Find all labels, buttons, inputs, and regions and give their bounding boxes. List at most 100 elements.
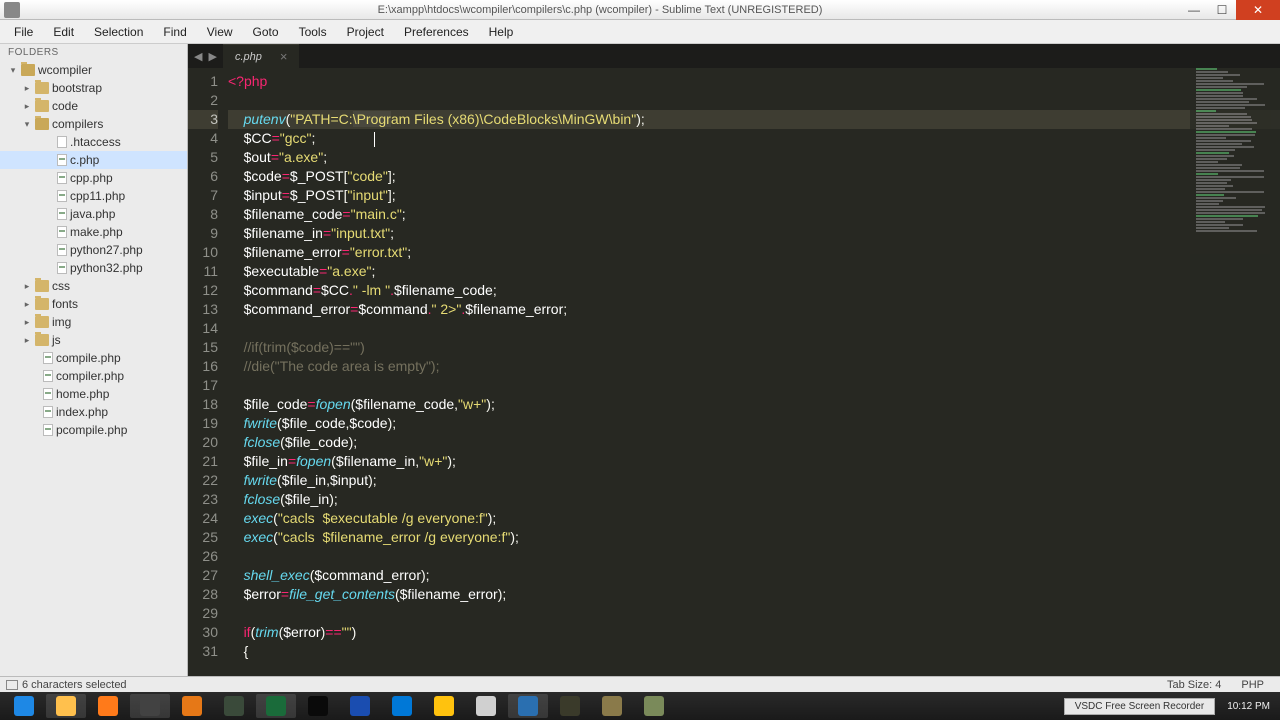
app6-icon xyxy=(224,696,244,716)
app12-icon xyxy=(476,696,496,716)
tree-item-compilephp[interactable]: compile.php xyxy=(0,349,187,367)
code-line[interactable]: <?php xyxy=(228,72,1280,91)
file-icon xyxy=(43,388,53,400)
code-line[interactable]: $command=$CC." -lm ".$filename_code; xyxy=(228,281,1280,300)
menu-find[interactable]: Find xyxy=(153,23,196,41)
minimap[interactable] xyxy=(1190,68,1280,676)
taskbar-photoshop[interactable] xyxy=(340,694,380,718)
vsdc-recorder[interactable]: VSDC Free Screen Recorder xyxy=(1064,698,1216,715)
taskbar-app14[interactable] xyxy=(550,694,590,718)
menu-project[interactable]: Project xyxy=(337,23,394,41)
code-line[interactable]: $code=$_POST["code"]; xyxy=(228,167,1280,186)
code-line[interactable]: $error=file_get_contents($filename_error… xyxy=(228,585,1280,604)
taskbar-app12[interactable] xyxy=(466,694,506,718)
code-line[interactable]: fwrite($file_code,$code); xyxy=(228,414,1280,433)
tree-item-cphp[interactable]: c.php xyxy=(0,151,187,169)
menu-file[interactable]: File xyxy=(4,23,43,41)
tree-item-bootstrap[interactable]: ▸bootstrap xyxy=(0,79,187,97)
code-line[interactable]: $file_in=fopen($filename_in,"w+"); xyxy=(228,452,1280,471)
tree-item-compilerphp[interactable]: compiler.php xyxy=(0,367,187,385)
code-line[interactable] xyxy=(228,376,1280,395)
taskbar-app13[interactable] xyxy=(508,694,548,718)
minimize-button[interactable]: — xyxy=(1180,0,1208,20)
code-content[interactable]: <?php putenv("PATH=C:\Program Files (x86… xyxy=(228,68,1280,676)
menu-tools[interactable]: Tools xyxy=(289,23,337,41)
code-line[interactable]: $executable="a.exe"; xyxy=(228,262,1280,281)
code-line[interactable]: $file_code=fopen($filename_code,"w+"); xyxy=(228,395,1280,414)
taskbar-firefox[interactable] xyxy=(88,694,128,718)
code-line[interactable]: exec("cacls $filename_error /g everyone:… xyxy=(228,528,1280,547)
taskbar-app16[interactable] xyxy=(634,694,674,718)
tree-item-javaphp[interactable]: java.php xyxy=(0,205,187,223)
status-tabsize[interactable]: Tab Size: 4 xyxy=(1167,679,1221,691)
taskbar-vscode[interactable] xyxy=(382,694,422,718)
tree-item-makephp[interactable]: make.php xyxy=(0,223,187,241)
tab-cphp[interactable]: c.php × xyxy=(223,44,300,68)
code-line[interactable]: $CC="gcc"; xyxy=(228,129,1280,148)
tree-item-css[interactable]: ▸css xyxy=(0,277,187,295)
tree-item-htaccess[interactable]: .htaccess xyxy=(0,133,187,151)
tree-item-cppphp[interactable]: cpp.php xyxy=(0,169,187,187)
menu-edit[interactable]: Edit xyxy=(43,23,84,41)
taskbar-sublime[interactable] xyxy=(130,694,170,718)
line-number: 20 xyxy=(188,433,218,452)
tab-close-icon[interactable]: × xyxy=(280,49,288,64)
code-line[interactable] xyxy=(228,547,1280,566)
tree-item-compilers[interactable]: ▾compilers xyxy=(0,115,187,133)
code-editor[interactable]: 1234567891011121314151617181920212223242… xyxy=(188,68,1280,676)
tree-item-img[interactable]: ▸img xyxy=(0,313,187,331)
code-line[interactable]: shell_exec($command_error); xyxy=(228,566,1280,585)
disclosure-icon: ▾ xyxy=(8,65,18,76)
code-line[interactable]: $out="a.exe"; xyxy=(228,148,1280,167)
code-line[interactable] xyxy=(228,604,1280,623)
code-line[interactable]: fwrite($file_in,$input); xyxy=(228,471,1280,490)
code-line[interactable]: $filename_error="error.txt"; xyxy=(228,243,1280,262)
menu-view[interactable]: View xyxy=(197,23,243,41)
menu-selection[interactable]: Selection xyxy=(84,23,153,41)
taskbar-terminal[interactable] xyxy=(298,694,338,718)
tree-item-indexphp[interactable]: index.php xyxy=(0,403,187,421)
app14-icon xyxy=(560,696,580,716)
nav-forward-icon[interactable]: ▶ xyxy=(208,50,216,63)
code-line[interactable]: //die("The code area is empty"); xyxy=(228,357,1280,376)
status-language[interactable]: PHP xyxy=(1241,679,1264,691)
code-line[interactable]: $filename_in="input.txt"; xyxy=(228,224,1280,243)
code-line[interactable]: if(trim($error)=="") xyxy=(228,623,1280,642)
tree-item-pcompilephp[interactable]: pcompile.php xyxy=(0,421,187,439)
close-button[interactable]: ✕ xyxy=(1236,0,1280,20)
code-line[interactable]: { xyxy=(228,642,1280,661)
tree-item-fonts[interactable]: ▸fonts xyxy=(0,295,187,313)
tree-item-cpp11php[interactable]: cpp11.php xyxy=(0,187,187,205)
code-line[interactable]: fclose($file_code); xyxy=(228,433,1280,452)
line-number: 14 xyxy=(188,319,218,338)
menu-preferences[interactable]: Preferences xyxy=(394,23,479,41)
code-line[interactable]: //if(trim($code)=="") xyxy=(228,338,1280,357)
menu-goto[interactable]: Goto xyxy=(243,23,289,41)
code-line[interactable] xyxy=(228,91,1280,110)
taskbar-app6[interactable] xyxy=(214,694,254,718)
disclosure-icon: ▸ xyxy=(22,83,32,94)
menu-help[interactable]: Help xyxy=(479,23,524,41)
code-line[interactable] xyxy=(228,319,1280,338)
tree-item-homephp[interactable]: home.php xyxy=(0,385,187,403)
taskbar-app15[interactable] xyxy=(592,694,632,718)
taskbar-ie[interactable] xyxy=(4,694,44,718)
tree-item-code[interactable]: ▸code xyxy=(0,97,187,115)
tree-item-wcompiler[interactable]: ▾wcompiler xyxy=(0,61,187,79)
tree-item-js[interactable]: ▸js xyxy=(0,331,187,349)
code-line[interactable]: putenv("PATH=C:\Program Files (x86)\Code… xyxy=(228,110,1280,129)
code-line[interactable]: $command_error=$command." 2>".$filename_… xyxy=(228,300,1280,319)
taskbar-xampp[interactable] xyxy=(172,694,212,718)
maximize-button[interactable]: ☐ xyxy=(1208,0,1236,20)
tree-item-python32php[interactable]: python32.php xyxy=(0,259,187,277)
nav-back-icon[interactable]: ◀ xyxy=(194,50,202,63)
code-line[interactable]: $input=$_POST["input"]; xyxy=(228,186,1280,205)
taskbar-webstorm[interactable] xyxy=(256,694,296,718)
taskbar-explorer[interactable] xyxy=(46,694,86,718)
code-line[interactable]: fclose($file_in); xyxy=(228,490,1280,509)
code-line[interactable]: $filename_code="main.c"; xyxy=(228,205,1280,224)
line-number: 8 xyxy=(188,205,218,224)
taskbar-player[interactable] xyxy=(424,694,464,718)
code-line[interactable]: exec("cacls $executable /g everyone:f"); xyxy=(228,509,1280,528)
tree-item-python27php[interactable]: python27.php xyxy=(0,241,187,259)
